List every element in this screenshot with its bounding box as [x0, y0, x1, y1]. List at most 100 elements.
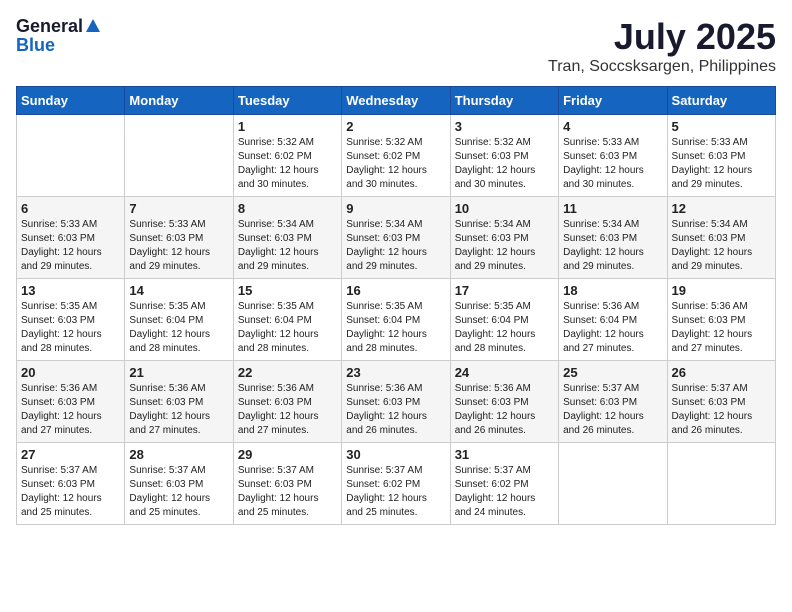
day-number: 4 [563, 119, 662, 134]
day-number: 23 [346, 365, 445, 380]
day-number: 31 [455, 447, 554, 462]
day-number: 16 [346, 283, 445, 298]
calendar-cell: 14 Sunrise: 5:35 AM Sunset: 6:04 PM Dayli… [125, 279, 233, 361]
logo-triangle-icon [86, 19, 100, 32]
calendar-cell: 30Sunrise: 5:37 AM Sunset: 6:02 PM Dayli… [342, 443, 450, 525]
weekday-header: Wednesday [342, 87, 450, 115]
day-number: 3 [455, 119, 554, 134]
calendar-week-row: 20Sunrise: 5:36 AM Sunset: 6:03 PM Dayli… [17, 361, 776, 443]
calendar-cell: 7 Sunrise: 5:33 AM Sunset: 6:03 PM Daylig… [125, 197, 233, 279]
calendar-cell [125, 115, 233, 197]
calendar-cell: 31 Sunrise: 5:37 AM Sunset: 6:02 PM Dayli… [450, 443, 558, 525]
logo: General Blue [16, 16, 100, 56]
day-number: 10 [455, 201, 554, 216]
logo-blue-text: Blue [16, 35, 55, 56]
day-number: 13 [21, 283, 120, 298]
day-detail: Sunrise: 5:34 AM Sunset: 6:03 PM Dayligh… [455, 218, 554, 274]
day-detail: Sunrise: 5:35 AM Sunset: 6:04 PM Dayligh… [129, 300, 228, 356]
calendar-cell: 18 Sunrise: 5:36 AM Sunset: 6:04 PM Dayli… [559, 279, 667, 361]
day-number: 17 [455, 283, 554, 298]
day-detail: Sunrise: 5:33 AM Sunset: 6:03 PM Dayligh… [129, 218, 228, 274]
day-number: 5 [672, 119, 771, 134]
calendar-cell [559, 443, 667, 525]
day-number: 22 [238, 365, 337, 380]
day-number: 14 [129, 283, 228, 298]
day-detail: Sunrise: 5:35 AM Sunset: 6:03 PM Dayligh… [21, 300, 120, 356]
day-detail: Sunrise: 5:34 AM Sunset: 6:03 PM Dayligh… [563, 218, 662, 274]
day-number: 28 [129, 447, 228, 462]
day-detail: Sunrise: 5:37 AM Sunset: 6:03 PM Dayligh… [563, 382, 662, 438]
day-number: 1 [238, 119, 337, 134]
day-detail: Sunrise: 5:36 AM Sunset: 6:03 PM Dayligh… [455, 382, 554, 438]
day-number: 15 [238, 283, 337, 298]
calendar-cell: 22 Sunrise: 5:36 AM Sunset: 6:03 PM Dayli… [233, 361, 341, 443]
calendar-cell: 20Sunrise: 5:36 AM Sunset: 6:03 PM Dayli… [17, 361, 125, 443]
day-detail: Sunrise: 5:34 AM Sunset: 6:03 PM Dayligh… [238, 218, 337, 274]
calendar-week-row: 6Sunrise: 5:33 AM Sunset: 6:03 PM Daylig… [17, 197, 776, 279]
day-detail: Sunrise: 5:36 AM Sunset: 6:03 PM Dayligh… [238, 382, 337, 438]
weekday-header: Thursday [450, 87, 558, 115]
day-detail: Sunrise: 5:32 AM Sunset: 6:02 PM Dayligh… [238, 136, 337, 192]
day-detail: Sunrise: 5:36 AM Sunset: 6:03 PM Dayligh… [672, 300, 771, 356]
calendar-cell: 15 Sunrise: 5:35 AM Sunset: 6:04 PM Dayli… [233, 279, 341, 361]
calendar-cell [17, 115, 125, 197]
calendar-week-row: 1 Sunrise: 5:32 AM Sunset: 6:02 PM Daylig… [17, 115, 776, 197]
day-number: 7 [129, 201, 228, 216]
calendar-cell: 2 Sunrise: 5:32 AM Sunset: 6:02 PM Daylig… [342, 115, 450, 197]
calendar-header-row: SundayMondayTuesdayWednesdayThursdayFrid… [17, 87, 776, 115]
day-detail: Sunrise: 5:33 AM Sunset: 6:03 PM Dayligh… [21, 218, 120, 274]
day-number: 21 [129, 365, 228, 380]
day-number: 29 [238, 447, 337, 462]
day-number: 24 [455, 365, 554, 380]
day-number: 25 [563, 365, 662, 380]
weekday-header: Tuesday [233, 87, 341, 115]
day-number: 27 [21, 447, 120, 462]
day-detail: Sunrise: 5:36 AM Sunset: 6:03 PM Dayligh… [21, 382, 120, 438]
page-header: General Blue July 2025 Tran, Soccsksarge… [16, 16, 776, 76]
day-number: 18 [563, 283, 662, 298]
calendar-week-row: 13 Sunrise: 5:35 AM Sunset: 6:03 PM Dayli… [17, 279, 776, 361]
calendar-cell: 23 Sunrise: 5:36 AM Sunset: 6:03 PM Dayli… [342, 361, 450, 443]
day-detail: Sunrise: 5:35 AM Sunset: 6:04 PM Dayligh… [455, 300, 554, 356]
calendar-cell: 26Sunrise: 5:37 AM Sunset: 6:03 PM Dayli… [667, 361, 775, 443]
calendar-cell: 9 Sunrise: 5:34 AM Sunset: 6:03 PM Daylig… [342, 197, 450, 279]
calendar-cell: 8Sunrise: 5:34 AM Sunset: 6:03 PM Daylig… [233, 197, 341, 279]
day-detail: Sunrise: 5:36 AM Sunset: 6:03 PM Dayligh… [346, 382, 445, 438]
day-number: 9 [346, 201, 445, 216]
calendar-cell: 1 Sunrise: 5:32 AM Sunset: 6:02 PM Daylig… [233, 115, 341, 197]
calendar-cell: 16Sunrise: 5:35 AM Sunset: 6:04 PM Dayli… [342, 279, 450, 361]
day-detail: Sunrise: 5:32 AM Sunset: 6:02 PM Dayligh… [346, 136, 445, 192]
day-number: 19 [672, 283, 771, 298]
calendar-cell: 3 Sunrise: 5:32 AM Sunset: 6:03 PM Daylig… [450, 115, 558, 197]
weekday-header: Monday [125, 87, 233, 115]
day-detail: Sunrise: 5:32 AM Sunset: 6:03 PM Dayligh… [455, 136, 554, 192]
calendar-cell: 11 Sunrise: 5:34 AM Sunset: 6:03 PM Dayli… [559, 197, 667, 279]
day-number: 26 [672, 365, 771, 380]
weekday-header: Saturday [667, 87, 775, 115]
day-detail: Sunrise: 5:37 AM Sunset: 6:03 PM Dayligh… [129, 464, 228, 520]
day-detail: Sunrise: 5:37 AM Sunset: 6:03 PM Dayligh… [238, 464, 337, 520]
day-number: 2 [346, 119, 445, 134]
day-number: 30 [346, 447, 445, 462]
calendar-cell: 4Sunrise: 5:33 AM Sunset: 6:03 PM Daylig… [559, 115, 667, 197]
month-title: July 2025 [548, 16, 776, 58]
day-detail: Sunrise: 5:35 AM Sunset: 6:04 PM Dayligh… [238, 300, 337, 356]
calendar-week-row: 27 Sunrise: 5:37 AM Sunset: 6:03 PM Dayli… [17, 443, 776, 525]
weekday-header: Sunday [17, 87, 125, 115]
calendar-cell: 28 Sunrise: 5:37 AM Sunset: 6:03 PM Dayli… [125, 443, 233, 525]
day-detail: Sunrise: 5:37 AM Sunset: 6:02 PM Dayligh… [455, 464, 554, 520]
calendar-cell: 10 Sunrise: 5:34 AM Sunset: 6:03 PM Dayli… [450, 197, 558, 279]
day-detail: Sunrise: 5:34 AM Sunset: 6:03 PM Dayligh… [346, 218, 445, 274]
calendar-cell: 21Sunrise: 5:36 AM Sunset: 6:03 PM Dayli… [125, 361, 233, 443]
calendar-cell: 5Sunrise: 5:33 AM Sunset: 6:03 PM Daylig… [667, 115, 775, 197]
day-number: 11 [563, 201, 662, 216]
calendar-cell: 13 Sunrise: 5:35 AM Sunset: 6:03 PM Dayli… [17, 279, 125, 361]
calendar-cell [667, 443, 775, 525]
calendar-cell: 29 Sunrise: 5:37 AM Sunset: 6:03 PM Dayli… [233, 443, 341, 525]
day-detail: Sunrise: 5:34 AM Sunset: 6:03 PM Dayligh… [672, 218, 771, 274]
calendar-cell: 19 Sunrise: 5:36 AM Sunset: 6:03 PM Dayli… [667, 279, 775, 361]
weekday-header: Friday [559, 87, 667, 115]
day-detail: Sunrise: 5:36 AM Sunset: 6:04 PM Dayligh… [563, 300, 662, 356]
title-area: July 2025 Tran, Soccsksargen, Philippine… [548, 16, 776, 76]
day-number: 12 [672, 201, 771, 216]
